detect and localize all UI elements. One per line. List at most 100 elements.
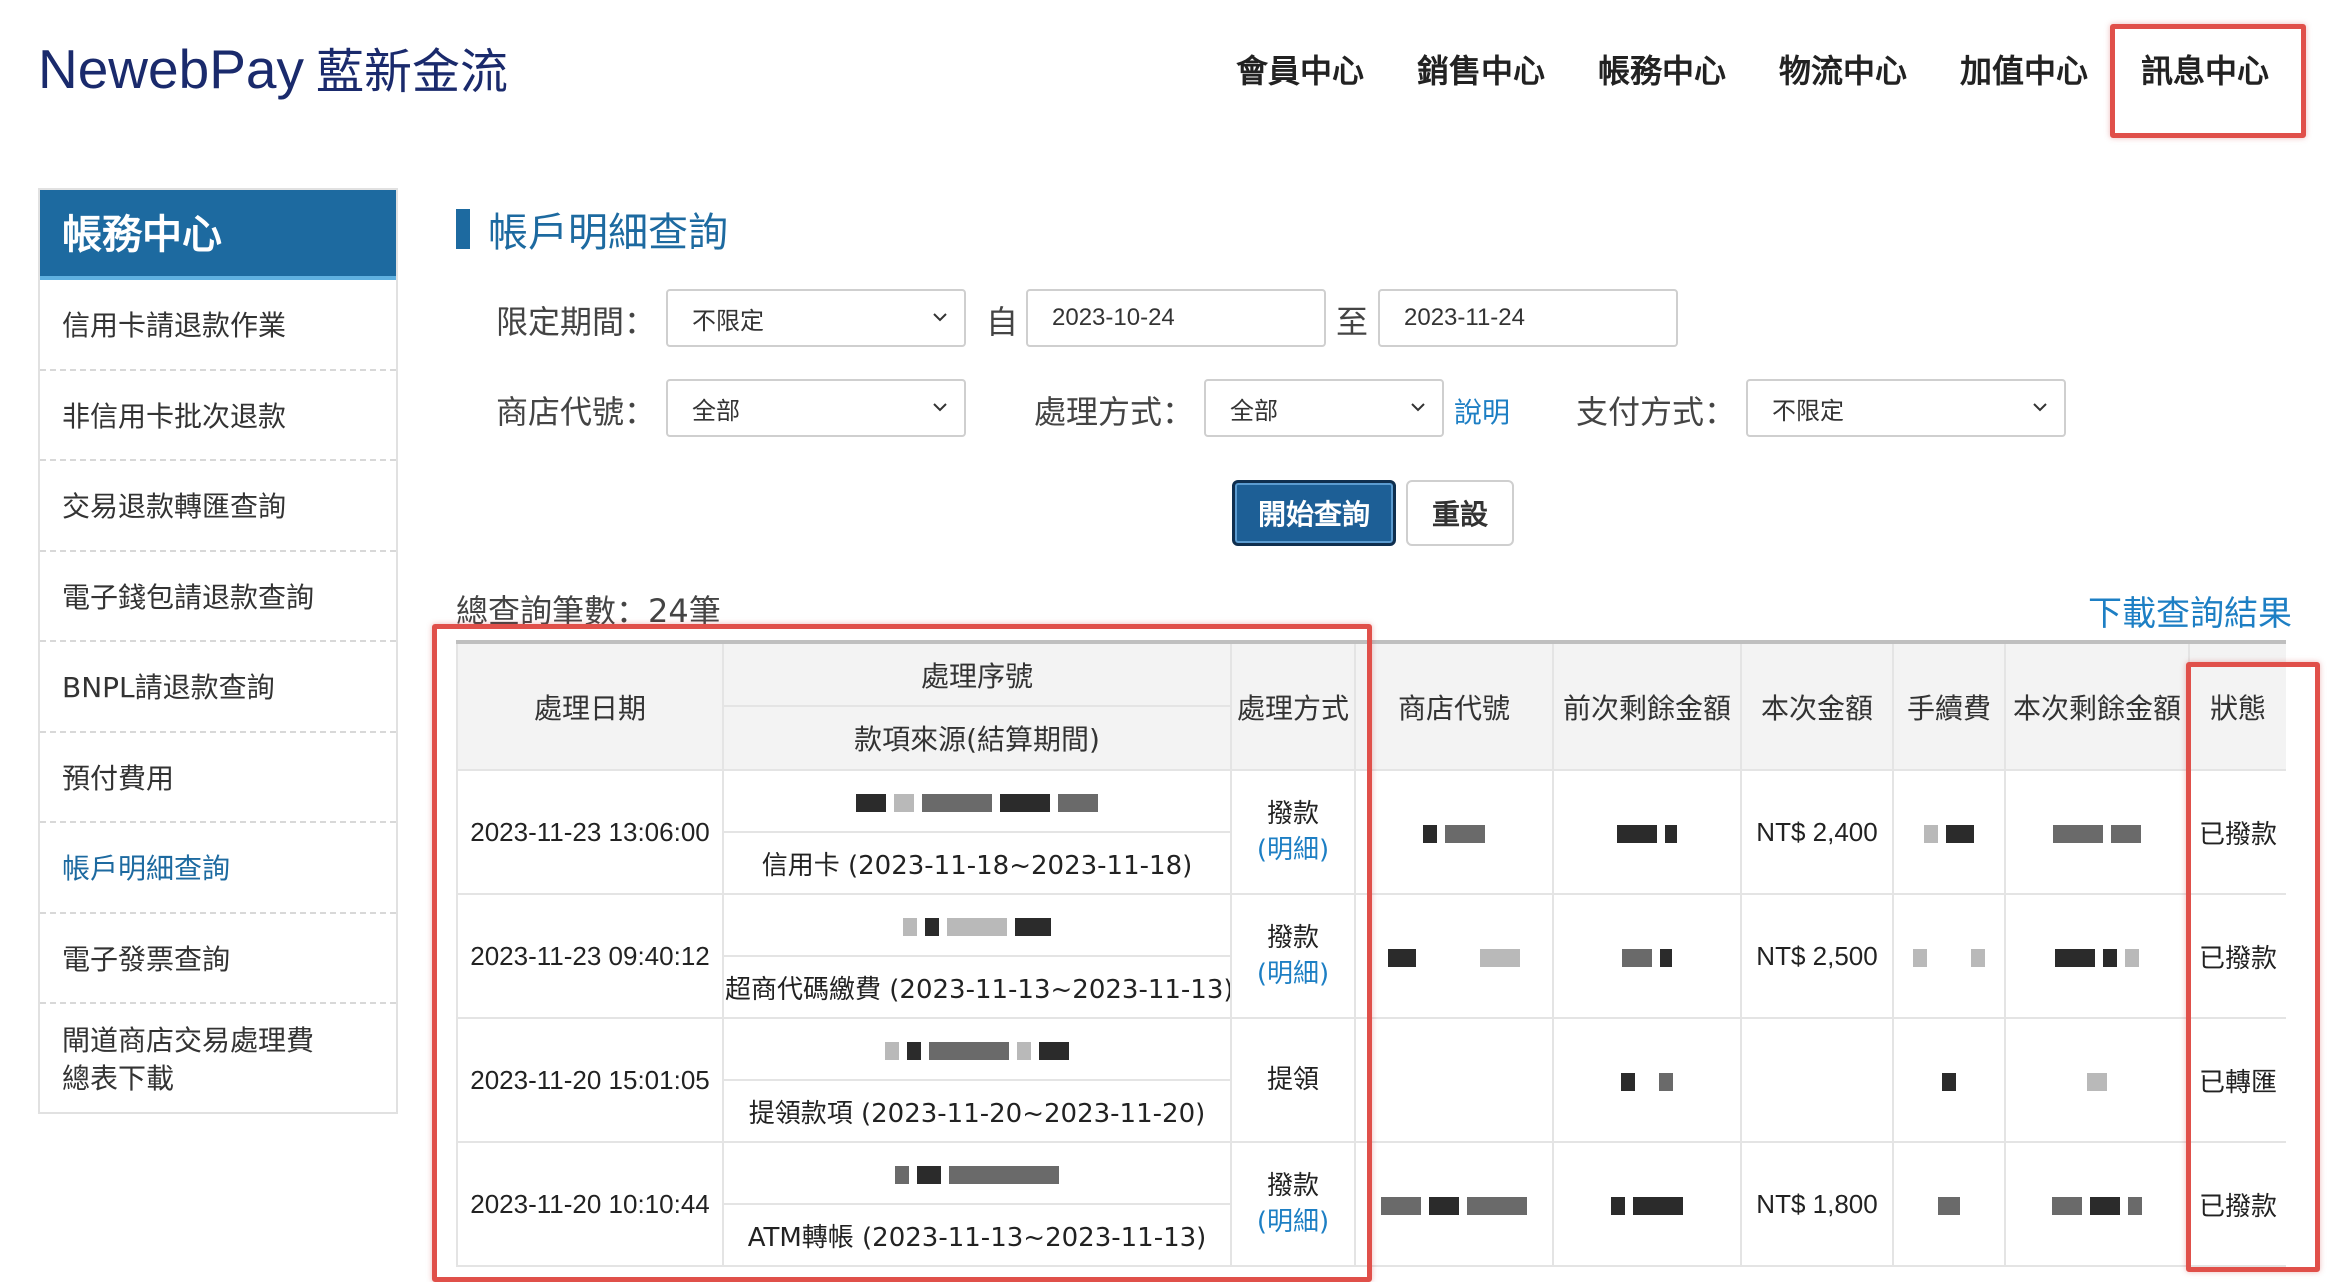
sidebar: 帳務中心 信用卡請退款作業 非信用卡批次退款 交易退款轉匯查詢 電子錢包請退款查… [38, 188, 398, 1114]
period-select[interactable]: 不限定 [666, 289, 966, 347]
cell-prev-balance-redacted [1552, 1017, 1742, 1143]
cell-status: 已撥款 [2188, 893, 2286, 1019]
payment-label: 支付方式： [1576, 393, 1737, 431]
period-select-value: 不限定 [692, 307, 764, 335]
sidebar-item-ewallet-refund-query[interactable]: 電子錢包請退款查詢 [40, 552, 396, 642]
to-label: 至 [1336, 303, 1369, 341]
col-header-status: 狀態 [2188, 640, 2286, 771]
detail-link[interactable]: (明細) [1233, 956, 1353, 992]
page-title-text: 帳戶明細查詢 [488, 210, 728, 256]
cell-fee-redacted [1892, 1017, 2006, 1143]
cell-amount: NT$ 1,800 [1740, 1141, 1894, 1267]
result-count: 總查詢筆數：24筆 [456, 592, 721, 630]
cell-source: 超商代碼繳費 (2023-11-13~2023-11-13) [722, 955, 1232, 1019]
cell-prev-balance-redacted [1552, 1141, 1742, 1267]
cell-method: 提領 [1230, 1017, 1356, 1143]
sidebar-item-prepaid-fees[interactable]: 預付費用 [40, 733, 396, 823]
detail-link[interactable]: (明細) [1233, 1204, 1353, 1240]
store-label: 商店代號： [496, 393, 657, 431]
col-header-date: 處理日期 [456, 640, 724, 771]
store-select[interactable]: 全部 [666, 379, 966, 437]
method-label: 處理方式： [1034, 393, 1195, 431]
cell-status: 已轉匯 [2188, 1017, 2286, 1143]
page-title: 帳戶明細查詢 [456, 200, 728, 258]
search-button[interactable]: 開始查詢 [1232, 480, 1396, 546]
method-text: 撥款 [1266, 923, 1319, 953]
title-accent-bar [456, 209, 470, 249]
sidebar-item-bnpl-refund-query[interactable]: BNPL請退款查詢 [40, 642, 396, 733]
to-date-input[interactable]: 2023-11-24 [1378, 289, 1678, 347]
nav-logistics-center[interactable]: 物流中心 [1779, 46, 1907, 92]
cell-balance-redacted [2004, 1141, 2190, 1267]
from-label: 自 [986, 303, 1019, 341]
cell-amount-redacted [1740, 1017, 1894, 1143]
col-header-source: 款項來源(結算期間) [722, 705, 1232, 771]
cell-balance-redacted [2004, 1017, 2190, 1143]
from-date-input[interactable]: 2023-10-24 [1026, 289, 1326, 347]
sidebar-item-credit-card-refund[interactable]: 信用卡請退款作業 [40, 280, 396, 371]
download-results-link[interactable]: 下載查詢結果 [2088, 586, 2292, 635]
sidebar-title: 帳務中心 [40, 190, 396, 280]
cell-balance-redacted [2004, 893, 2190, 1019]
cell-date: 2023-11-23 13:06:00 [456, 769, 724, 895]
cell-date: 2023-11-20 15:01:05 [456, 1017, 724, 1143]
col-header-fee: 手續費 [1892, 640, 2006, 771]
nav-sales-center[interactable]: 銷售中心 [1417, 46, 1545, 92]
cell-method: 撥款 (明細) [1230, 1141, 1356, 1267]
cell-status: 已撥款 [2188, 769, 2286, 895]
cell-store-redacted [1354, 893, 1554, 1019]
method-text: 撥款 [1266, 1171, 1319, 1201]
method-select[interactable]: 全部 [1204, 379, 1444, 437]
chevron-down-icon [933, 313, 947, 322]
chevron-down-icon [933, 403, 947, 412]
col-header-amount: 本次金額 [1740, 640, 1894, 771]
cell-serial-redacted [722, 1017, 1232, 1081]
nav-accounting-center[interactable]: 帳務中心 [1598, 46, 1726, 92]
nav-value-added-center[interactable]: 加值中心 [1960, 46, 2088, 92]
cell-fee-redacted [1892, 769, 2006, 895]
cell-amount: NT$ 2,500 [1740, 893, 1894, 1019]
col-header-serial: 處理序號 [722, 640, 1232, 707]
method-text: 提領 [1266, 1065, 1319, 1095]
cell-source: 信用卡 (2023-11-18~2023-11-18) [722, 831, 1232, 895]
store-select-value: 全部 [692, 397, 740, 425]
nav-message-center[interactable]: 訊息中心 [2141, 46, 2269, 92]
cell-store-redacted [1354, 1141, 1554, 1267]
cell-prev-balance-redacted [1552, 769, 1742, 895]
table-row: 2023-11-20 10:10:44 撥款 (明細) NT$ 1,800 已撥… [456, 1141, 2286, 1267]
cell-prev-balance-redacted [1552, 893, 1742, 1019]
nav-member-center[interactable]: 會員中心 [1236, 46, 1364, 92]
sidebar-item-label-line2: 總表下載 [62, 1062, 175, 1095]
table-row: 2023-11-23 09:40:12 撥款 (明細) NT$ 2,500 已撥… [456, 893, 2286, 1019]
cell-store-empty [1354, 1017, 1554, 1143]
top-navigation: 會員中心 銷售中心 帳務中心 物流中心 加值中心 訊息中心 [0, 46, 2332, 106]
chevron-down-icon [2033, 403, 2047, 412]
col-header-balance: 本次剩餘金額 [2004, 640, 2190, 771]
sidebar-item-account-details[interactable]: 帳戶明細查詢 [40, 823, 396, 914]
chevron-down-icon [1411, 403, 1425, 412]
sidebar-item-refund-transfer-query[interactable]: 交易退款轉匯查詢 [40, 461, 396, 552]
cell-fee-redacted [1892, 893, 2006, 1019]
detail-link[interactable]: (明細) [1233, 832, 1353, 868]
cell-source: 提領款項 (2023-11-20~2023-11-20) [722, 1079, 1232, 1143]
table-row: 2023-11-23 13:06:00 撥款 (明細) NT$ 2,400 已撥… [456, 769, 2286, 895]
col-header-prev-balance: 前次剩餘金額 [1552, 640, 1742, 771]
cell-store-redacted [1354, 769, 1554, 895]
sidebar-item-gateway-fee-summary[interactable]: 閘道商店交易處理費 總表下載 [40, 1004, 396, 1116]
cell-method: 撥款 (明細) [1230, 769, 1356, 895]
sidebar-item-label-line1: 閘道商店交易處理費 [62, 1024, 315, 1057]
account-details-table: 處理日期 處理序號 處理方式 商店代號 前次剩餘金額 本次金額 手續費 本次剩餘… [456, 640, 2286, 1280]
payment-select-value: 不限定 [1772, 397, 1844, 425]
method-text: 撥款 [1266, 799, 1319, 829]
reset-button[interactable]: 重設 [1406, 480, 1514, 546]
cell-fee-redacted [1892, 1141, 2006, 1267]
payment-select[interactable]: 不限定 [1746, 379, 2066, 437]
col-header-method: 處理方式 [1230, 640, 1356, 771]
cell-method: 撥款 (明細) [1230, 893, 1356, 1019]
cell-serial-redacted [722, 769, 1232, 833]
explain-link[interactable]: 說明 [1454, 391, 1510, 431]
sidebar-item-non-credit-batch-refund[interactable]: 非信用卡批次退款 [40, 371, 396, 461]
cell-serial-redacted [722, 1141, 1232, 1205]
sidebar-item-e-invoice-query[interactable]: 電子發票查詢 [40, 914, 396, 1004]
period-label: 限定期間： [496, 303, 657, 341]
